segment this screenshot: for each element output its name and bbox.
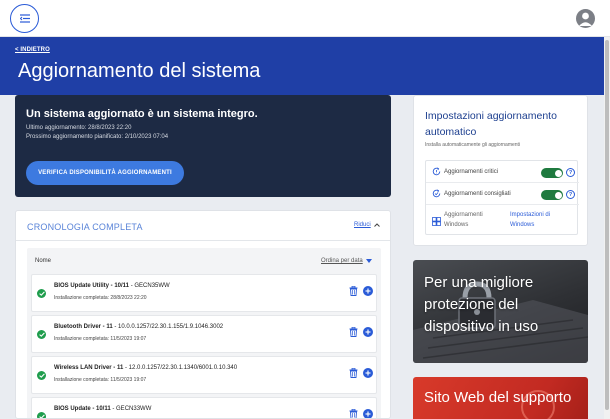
page-header: < INDIETRO Aggiornamento del sistema [0, 37, 604, 95]
help-icon[interactable]: ? [566, 190, 575, 199]
refresh-alert-icon [432, 167, 441, 176]
auto-update-settings-card: Impostazioni aggiornamento automatico In… [413, 95, 588, 246]
chevron-up-icon [373, 223, 380, 227]
update-history-card: CRONOLOGIA COMPLETA Riduci Nome Ordina p… [15, 210, 391, 419]
install-status: Installazione completata: 11/5/2023 19:0… [54, 377, 147, 383]
last-update-text: Ultimo aggiornamento: 28/8/2023 22:20 [26, 125, 132, 131]
windows-updates-row: Aggiornamenti Windows Impostazioni di Wi… [426, 205, 579, 236]
update-name: Bluetooth Driver - 11 - 10.0.0.1257/22.3… [54, 324, 224, 330]
trash-icon[interactable] [349, 327, 358, 337]
check-circle-icon [37, 330, 46, 339]
update-name: Wireless LAN Driver - 11 - 12.0.0.1257/2… [54, 365, 238, 371]
history-title: CRONOLOGIA COMPLETA [27, 222, 143, 232]
user-avatar-icon [579, 12, 592, 26]
windows-logo-icon [432, 217, 441, 226]
divider [16, 240, 390, 241]
caret-down-icon [365, 259, 372, 263]
expand-plus-icon[interactable] [363, 327, 373, 337]
history-table: Nome Ordina per data BIOS Update Utility… [27, 248, 381, 419]
collapse-history-link[interactable]: Riduci [354, 222, 380, 228]
back-link[interactable]: < INDIETRO [15, 47, 50, 53]
trash-icon[interactable] [349, 286, 358, 296]
sort-by-date-link[interactable]: Ordina per data [321, 258, 372, 264]
settings-subtitle: Installa automaticamente gli aggiornamen… [425, 142, 521, 148]
protection-promo-tile[interactable]: Per una migliore protezione del disposit… [413, 260, 588, 363]
table-row[interactable]: BIOS Update Utility - 10/11 - GECN35WW I… [31, 274, 377, 312]
check-circle-icon [37, 412, 46, 418]
table-row[interactable]: BIOS Update - 10/11 - GECN33WW [31, 397, 377, 419]
trash-icon[interactable] [349, 368, 358, 378]
collapse-label: Riduci [354, 222, 371, 228]
status-headline: Un sistema aggiornato è un sistema integ… [26, 108, 258, 120]
scrollbar-thumb[interactable] [605, 40, 609, 410]
update-name: BIOS Update - 10/11 - GECN33WW [54, 406, 152, 412]
refresh-icon [432, 189, 441, 198]
top-bar [0, 0, 610, 37]
support-site-promo-tile[interactable]: Sito Web del supporto [413, 377, 588, 419]
expand-plus-icon[interactable] [363, 368, 373, 378]
support-promo-text: Sito Web del supporto [424, 389, 572, 406]
critical-updates-toggle[interactable] [541, 168, 563, 178]
settings-title: Impostazioni aggiornamento automatico [425, 110, 557, 138]
next-update-text: Prossimo aggiornamento pianificato: 2/10… [26, 134, 169, 140]
help-icon[interactable]: ? [566, 168, 575, 177]
expand-plus-icon[interactable] [363, 286, 373, 296]
install-status: Installazione completata: 28/8/2023 22:2… [54, 295, 147, 301]
recommended-updates-label: Aggiornamenti consigliati [444, 191, 511, 197]
check-circle-icon [37, 371, 46, 380]
install-status: Installazione completata: 11/5/2023 19:0… [54, 336, 147, 342]
system-status-card: Un sistema aggiornato è un sistema integ… [15, 95, 391, 197]
user-account-button[interactable] [576, 9, 595, 28]
menu-collapse-icon [19, 14, 30, 23]
check-circle-icon [37, 289, 46, 298]
table-row[interactable]: Bluetooth Driver - 11 - 10.0.0.1257/22.3… [31, 315, 377, 353]
page-title: Aggiornamento del sistema [18, 60, 261, 82]
check-updates-button[interactable]: VERIFICA DISPONIBILITÀ AGGIORNAMENTI [26, 161, 184, 185]
recommended-updates-row: Aggiornamenti consigliati ? [426, 183, 579, 205]
critical-updates-row: Aggiornamenti critici ? [426, 161, 579, 183]
sort-label: Ordina per data [321, 258, 363, 264]
critical-updates-label: Aggiornamenti critici [444, 169, 499, 175]
windows-updates-label: Aggiornamenti Windows [444, 212, 483, 228]
settings-list: Aggiornamenti critici ? Aggiornamenti co… [425, 160, 579, 236]
recommended-updates-toggle[interactable] [541, 190, 563, 200]
trash-icon[interactable] [349, 409, 358, 419]
update-name: BIOS Update Utility - 10/11 - GECN35WW [54, 283, 170, 289]
table-row[interactable]: Wireless LAN Driver - 11 - 12.0.0.1257/2… [31, 356, 377, 394]
column-header-name: Nome [35, 258, 52, 264]
expand-plus-icon[interactable] [363, 409, 373, 418]
menu-collapse-button[interactable] [10, 4, 39, 33]
windows-settings-link[interactable]: Impostazioni di Windows [510, 210, 576, 230]
protection-promo-text: Per una migliore protezione del disposit… [424, 274, 539, 335]
